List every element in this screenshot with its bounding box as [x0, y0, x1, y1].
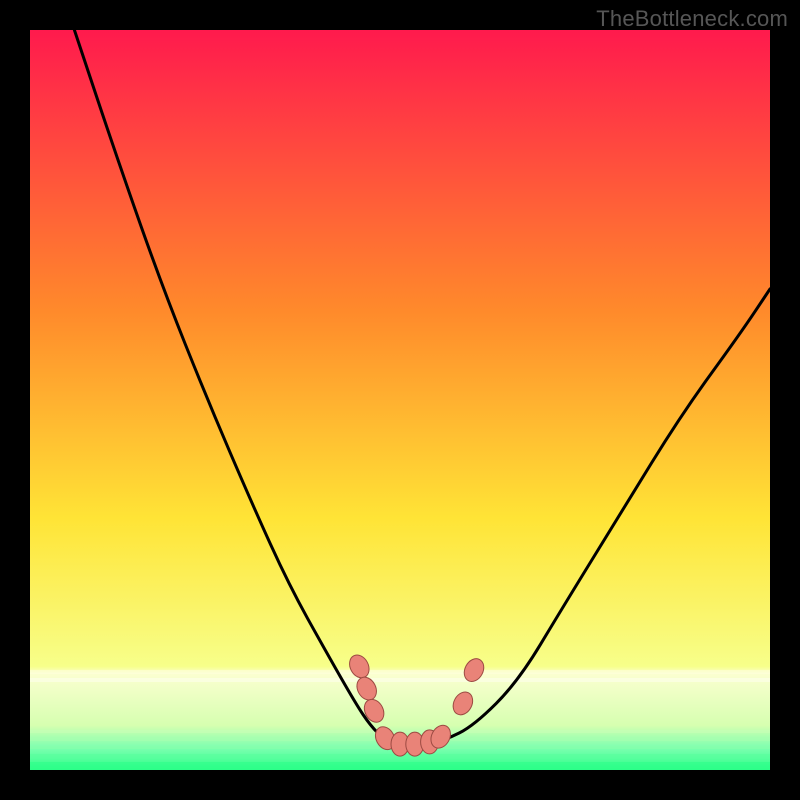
watermark-label: TheBottleneck.com — [596, 6, 788, 32]
gradient-background — [30, 30, 770, 770]
chart-frame: TheBottleneck.com — [0, 0, 800, 800]
bottleneck-chart — [30, 30, 770, 770]
plot-area — [30, 30, 770, 770]
